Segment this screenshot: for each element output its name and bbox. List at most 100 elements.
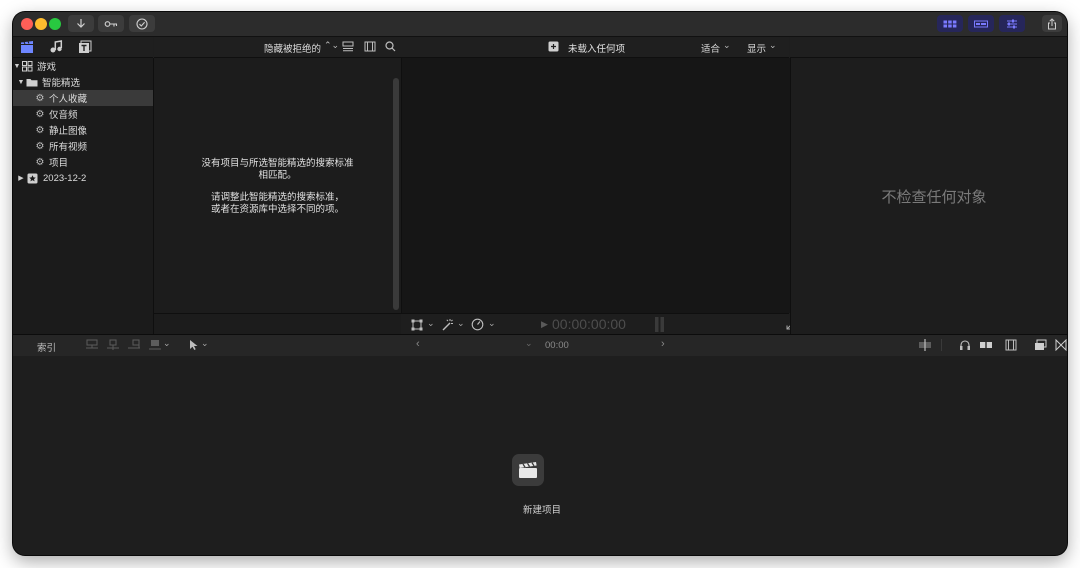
- speedometer-icon: [471, 318, 484, 331]
- import-button[interactable]: [68, 15, 94, 32]
- effects-browser-button[interactable]: [1034, 339, 1047, 351]
- share-button[interactable]: [1042, 15, 1062, 32]
- zoom-window-button[interactable]: [49, 18, 61, 30]
- transform-button[interactable]: [411, 319, 423, 331]
- viewer-clip-icon: [548, 41, 559, 52]
- forward-arrow-icon[interactable]: ›: [661, 338, 665, 350]
- disclosure-open-icon[interactable]: ▼: [13, 63, 21, 70]
- chevron-down-icon[interactable]: ⌄: [427, 318, 435, 329]
- skimming-button[interactable]: [918, 339, 932, 351]
- minimize-window-button[interactable]: [35, 18, 47, 30]
- magic-wand-icon: [442, 319, 453, 331]
- gear-icon: ⚙: [35, 92, 45, 104]
- timeline-icon: [974, 20, 988, 27]
- append-icon: [128, 339, 140, 349]
- empty-message-line: 或者在资源库中选择不同的项。: [210, 204, 344, 215]
- view-options-popup[interactable]: 显示: [747, 41, 766, 55]
- gear-icon: ⚙: [35, 156, 45, 168]
- checkmark-circle-icon: [136, 17, 148, 30]
- browser-empty-message: 没有项目与所选智能精选的搜索标准 相匹配。 请调整此智能精选的搜索标准， 或者在…: [154, 158, 401, 216]
- clapperboard-icon: [519, 462, 537, 478]
- audio-skimming-button[interactable]: [959, 339, 971, 351]
- bowtie-icon: [1055, 339, 1067, 351]
- empty-message-line: 没有项目与所选智能精选的搜索标准: [201, 158, 354, 169]
- library-name: 游戏: [37, 62, 57, 73]
- viewer-toolbar: 未载入任何项 适合 ⌄ 显示 ⌄: [401, 37, 789, 58]
- browser-footer: [154, 313, 401, 335]
- gear-icon: ⚙: [35, 140, 45, 152]
- list-view-icon: [342, 41, 354, 52]
- event-name: 2023-12-2: [43, 172, 87, 184]
- sidebar-item-all-video[interactable]: ⚙ 所有视频: [13, 138, 153, 154]
- connect-clip-button[interactable]: [86, 339, 98, 351]
- sidebar-item-projects[interactable]: ⚙ 项目: [13, 154, 153, 170]
- inspector-toolbar: [790, 37, 1067, 58]
- transitions-browser-button[interactable]: [1055, 339, 1067, 351]
- sidebar-item-audio-only[interactable]: ⚙ 仅音频: [13, 106, 153, 122]
- timeline-index-button[interactable]: 索引: [37, 340, 56, 354]
- close-window-button[interactable]: [21, 18, 33, 30]
- effects-browser-icon: [1035, 339, 1047, 350]
- solo-button[interactable]: [979, 339, 993, 351]
- retime-button[interactable]: [471, 318, 484, 331]
- inspector-panel: 不检查任何对象: [790, 58, 1067, 334]
- sidebar-item-stills[interactable]: ⚙ 静止图像: [13, 122, 153, 138]
- disclosure-open-icon[interactable]: ▼: [17, 79, 25, 86]
- library-row[interactable]: ▼ 游戏: [13, 58, 153, 74]
- chevron-down-icon[interactable]: ⌄: [488, 318, 496, 329]
- filter-popup-label[interactable]: 隐藏被拒绝的: [264, 41, 321, 55]
- chevron-down-icon[interactable]: ⌄: [457, 318, 465, 329]
- tool-select-button[interactable]: [189, 339, 199, 351]
- disclosure-closed-icon[interactable]: ▶: [17, 174, 25, 182]
- transform-crop-icon: [411, 319, 423, 331]
- insert-clip-button[interactable]: [107, 339, 119, 351]
- back-arrow-icon[interactable]: ‹: [416, 338, 420, 350]
- chevron-down-icon[interactable]: ⌄: [201, 338, 209, 349]
- filmstrip-view-button[interactable]: [364, 41, 376, 52]
- play-icon[interactable]: ▶: [541, 319, 548, 330]
- clip-appearance-button[interactable]: [1005, 339, 1017, 351]
- smart-collections-row[interactable]: ▼ 智能精选: [13, 74, 153, 90]
- chevron-down-icon[interactable]: ⌄: [525, 338, 533, 349]
- sidebar-item-favorites[interactable]: ⚙ 个人收藏: [13, 90, 153, 106]
- overwrite-clip-button[interactable]: [149, 339, 161, 351]
- sidebar-item-label: 个人收藏: [49, 94, 88, 105]
- show-timeline-toggle[interactable]: [968, 15, 994, 32]
- updown-chevron-icon[interactable]: ⌃⌄: [324, 40, 339, 51]
- inspector-empty-message: 不检查任何对象: [881, 189, 987, 206]
- sidebar-item-label: 项目: [49, 158, 69, 169]
- zoom-fit-popup[interactable]: 适合: [701, 41, 720, 55]
- download-arrow-icon: [77, 19, 85, 28]
- event-star-icon: [27, 173, 38, 183]
- search-icon: [385, 41, 396, 52]
- clip-appearance-button[interactable]: [342, 41, 354, 52]
- gear-icon: ⚙: [35, 124, 45, 136]
- enhance-button[interactable]: [441, 318, 454, 331]
- sidebar-item-label: 所有视频: [49, 142, 88, 153]
- key-icon: [104, 20, 118, 27]
- viewer-title: 未载入任何项: [568, 44, 626, 55]
- background-tasks-button[interactable]: [129, 15, 155, 32]
- new-project-label[interactable]: 新建项目: [492, 502, 592, 516]
- empty-message-line: 请调整此智能精选的搜索标准，: [210, 192, 344, 203]
- chevron-down-icon[interactable]: ⌄: [163, 338, 171, 349]
- new-project-button[interactable]: [512, 454, 544, 486]
- chevron-down-icon[interactable]: ⌄: [769, 40, 777, 51]
- keyword-button[interactable]: [98, 15, 124, 32]
- show-browser-toggle[interactable]: [937, 15, 963, 32]
- photos-audio-tab[interactable]: [49, 40, 63, 54]
- event-row[interactable]: ▶ 2023-12-2: [13, 170, 153, 186]
- audio-meter-icon: [655, 317, 665, 332]
- clip-icon: [548, 41, 559, 52]
- timeline-timecode: 00:00: [545, 340, 569, 351]
- search-button[interactable]: [385, 41, 396, 52]
- chevron-down-icon[interactable]: ⌄: [723, 40, 731, 51]
- show-inspector-toggle[interactable]: [999, 15, 1025, 32]
- append-clip-button[interactable]: [128, 339, 140, 351]
- libraries-tab[interactable]: [20, 40, 34, 54]
- viewer-footer: ⌄ ⌄ ⌄ ▶ 00:00:00:00: [401, 313, 797, 335]
- skimming-icon: [919, 339, 931, 351]
- solo-clip-icon: [980, 339, 992, 351]
- timeline-toolbar: 索引 ⌄ ⌄ ‹ ⌄ 00:00 ›: [13, 334, 1067, 357]
- titles-generators-tab[interactable]: [78, 40, 92, 54]
